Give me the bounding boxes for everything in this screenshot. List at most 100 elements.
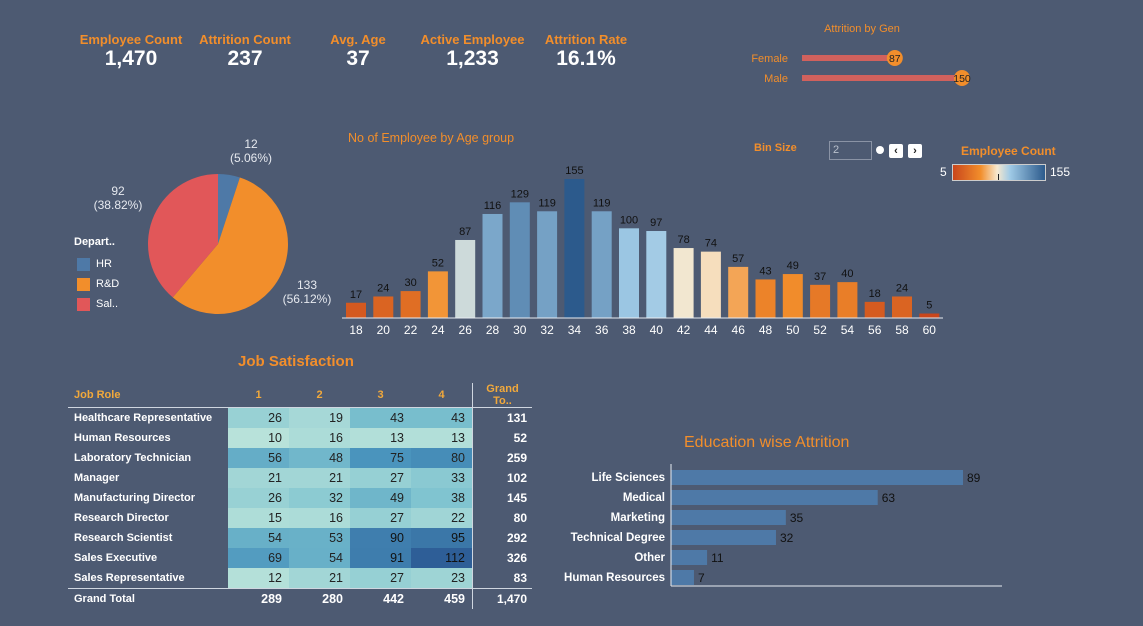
age-bar[interactable]	[700, 251, 721, 318]
age-bar[interactable]	[919, 313, 940, 318]
heatmap-cell[interactable]: 27	[350, 468, 411, 488]
heatmap-cell[interactable]: 19	[289, 407, 350, 428]
heatmap-cell[interactable]: 27	[350, 508, 411, 528]
heatmap-cell[interactable]: 54	[228, 528, 289, 548]
heatmap-cell[interactable]: 13	[350, 428, 411, 448]
kpi-label: Attrition Count	[199, 32, 291, 47]
gender-category-label: Male	[764, 73, 788, 85]
gender-bar[interactable]	[802, 75, 962, 81]
age-bar[interactable]	[646, 231, 667, 318]
education-bar[interactable]	[671, 570, 694, 585]
education-bar[interactable]	[671, 490, 878, 505]
chevron-right-icon[interactable]: ›	[908, 144, 922, 158]
heatmap-cell[interactable]: 15	[228, 508, 289, 528]
age-bar[interactable]	[427, 271, 448, 318]
age-bar[interactable]	[564, 179, 585, 318]
heatmap-cell[interactable]: 49	[350, 488, 411, 508]
heatmap-cell[interactable]: 90	[350, 528, 411, 548]
age-bar[interactable]	[455, 239, 476, 318]
color-legend-max: 155	[1050, 165, 1071, 179]
heatmap-cell[interactable]: 16	[289, 428, 350, 448]
chevron-left-icon[interactable]: ‹	[889, 144, 903, 158]
row-grand-total: 292	[472, 528, 532, 548]
age-bar[interactable]	[509, 202, 530, 318]
heatmap-cell[interactable]: 43	[350, 407, 411, 428]
heatmap-cell[interactable]: 43	[411, 407, 473, 428]
age-tick-label: 18	[349, 323, 363, 337]
age-bar[interactable]	[373, 296, 394, 318]
age-bar-value-label: 100	[620, 214, 638, 226]
age-bar[interactable]	[400, 291, 421, 318]
age-bar[interactable]	[864, 301, 885, 318]
education-chart-title: Education wise Attrition	[684, 434, 850, 451]
kpi-row: Employee Count 1,470 Attrition Count 237…	[70, 32, 650, 82]
age-bar[interactable]	[482, 213, 503, 318]
pie-percent-label: (38.82%)	[94, 198, 143, 212]
bin-size-input[interactable]: 2	[829, 141, 872, 160]
legend-item-rd[interactable]: R&D	[74, 274, 154, 294]
age-bar[interactable]	[837, 282, 858, 318]
education-bar[interactable]	[671, 530, 776, 545]
age-bar[interactable]	[810, 284, 831, 318]
kpi-value: 37	[346, 47, 370, 70]
heatmap-cell[interactable]: 13	[411, 428, 473, 448]
heatmap-cell[interactable]: 12	[228, 568, 289, 589]
heatmap-cell[interactable]: 95	[411, 528, 473, 548]
education-bar[interactable]	[671, 470, 963, 485]
grand-total-row: Grand Total 289 280 442 459 1,470	[68, 588, 532, 609]
table-row: Sales Representative 12 21 27 23 83	[68, 568, 532, 589]
education-category-label: Other	[634, 552, 665, 564]
pie-value-label: 12	[244, 137, 258, 151]
heatmap-cell[interactable]: 27	[350, 568, 411, 589]
heatmap-cell[interactable]: 91	[350, 548, 411, 568]
heatmap-cell[interactable]: 21	[289, 468, 350, 488]
heatmap-cell[interactable]: 53	[289, 528, 350, 548]
color-legend-min: 5	[940, 165, 947, 179]
heatmap-cell[interactable]: 32	[289, 488, 350, 508]
heatmap-cell[interactable]: 80	[411, 448, 473, 468]
age-bar[interactable]	[728, 266, 749, 318]
age-bar[interactable]	[346, 302, 366, 318]
heatmap-cell[interactable]: 54	[289, 548, 350, 568]
heatmap-cell[interactable]: 26	[228, 407, 289, 428]
age-bar[interactable]	[755, 279, 776, 318]
age-bar[interactable]	[892, 296, 912, 318]
table-row: Manager 21 21 27 33 102	[68, 468, 532, 488]
heatmap-cell[interactable]: 16	[289, 508, 350, 528]
gender-bar[interactable]	[802, 55, 895, 61]
education-bar[interactable]	[671, 550, 708, 565]
heatmap-cell[interactable]: 112	[411, 548, 473, 568]
heatmap-cell[interactable]: 38	[411, 488, 473, 508]
legend-item-sales[interactable]: Sal..	[74, 294, 154, 314]
age-tick-label: 24	[431, 323, 445, 337]
heatmap-cell[interactable]: 69	[228, 548, 289, 568]
heatmap-cell[interactable]: 75	[350, 448, 411, 468]
legend-item-hr[interactable]: HR	[74, 254, 154, 274]
age-tick-label: 30	[513, 323, 527, 337]
age-bar-value-label: 52	[432, 257, 444, 269]
row-grand-total: 83	[472, 568, 532, 589]
heatmap-cell[interactable]: 21	[228, 468, 289, 488]
heatmap-cell[interactable]: 21	[289, 568, 350, 589]
heatmap-cell[interactable]: 48	[289, 448, 350, 468]
legend-swatch	[77, 257, 90, 271]
age-bar[interactable]	[591, 211, 612, 318]
heatmap-cell[interactable]: 22	[411, 508, 473, 528]
gender-category-label: Female	[751, 53, 788, 65]
heatmap-cell[interactable]: 33	[411, 468, 473, 488]
age-bar[interactable]	[782, 274, 803, 318]
heatmap-cell[interactable]: 23	[411, 568, 473, 589]
age-bar[interactable]	[619, 228, 639, 318]
bin-size-slider-handle[interactable]	[876, 146, 884, 154]
heatmap-cell[interactable]: 56	[228, 448, 289, 468]
age-bar-value-label: 129	[511, 188, 529, 200]
age-bar-value-label: 74	[705, 238, 717, 250]
age-bar[interactable]	[537, 211, 558, 318]
education-bar[interactable]	[671, 510, 786, 525]
heatmap-cell[interactable]: 26	[228, 488, 289, 508]
column-header-job-role: Job Role	[68, 383, 228, 408]
heatmap-cell[interactable]: 10	[228, 428, 289, 448]
legend-label: HR	[96, 258, 112, 270]
age-bar[interactable]	[673, 248, 694, 318]
kpi-value: 1,470	[104, 47, 158, 70]
